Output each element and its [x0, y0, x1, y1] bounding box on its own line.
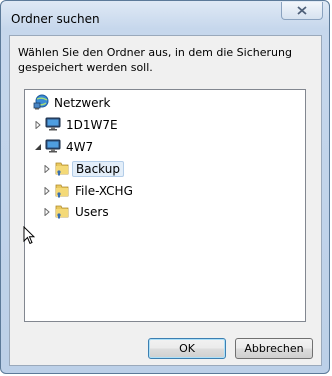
tree-item-backup[interactable]: Backup: [42, 160, 124, 178]
expand-arrow-icon[interactable]: [42, 164, 52, 174]
tree-item-4w7[interactable]: 4W7: [33, 138, 93, 156]
shared-folder-icon: [54, 160, 70, 179]
tree-item-file-xchg[interactable]: File-XCHG: [42, 182, 133, 200]
mouse-pointer-icon: [23, 225, 36, 248]
close-button[interactable]: [281, 2, 323, 20]
expand-arrow-icon[interactable]: [33, 120, 43, 130]
expand-arrow-icon[interactable]: [42, 186, 52, 196]
instruction-text: Wählen Sie den Ordner aus, in dem die Si…: [18, 46, 292, 74]
computer-icon: [45, 117, 61, 134]
ok-button[interactable]: OK: [148, 338, 226, 359]
tree-item-users[interactable]: Users: [42, 203, 109, 221]
title-bar[interactable]: Ordner suchen: [1, 1, 329, 35]
expand-arrow-icon[interactable]: [42, 207, 52, 217]
tree-item-label: 1D1W7E: [66, 118, 118, 132]
tree-item-1d1w7e[interactable]: 1D1W7E: [33, 116, 118, 134]
computer-icon: [45, 139, 61, 156]
tree-item-label: 4W7: [66, 140, 94, 154]
tree-item-label: Users: [75, 205, 109, 219]
network-icon: [33, 94, 49, 113]
tree-item-label: Netzwerk: [54, 96, 111, 110]
cancel-button[interactable]: Abbrechen: [235, 338, 313, 359]
tree-item-netzwerk[interactable]: Netzwerk: [33, 94, 110, 112]
folder-browse-dialog: Ordner suchen Wählen Sie den Ordner aus,…: [0, 0, 330, 374]
shared-folder-icon: [54, 182, 70, 201]
tree-item-label: File-XCHG: [75, 184, 133, 198]
window-title: Ordner suchen: [11, 12, 100, 26]
collapse-arrow-icon[interactable]: [33, 142, 43, 152]
dialog-content: Wählen Sie den Ordner aus, in dem die Si…: [9, 35, 322, 366]
close-icon: [297, 6, 307, 15]
tree-item-label: Backup: [72, 161, 124, 177]
folder-tree[interactable]: Netzwerk 1D1W7E 4W7 Backup File-XCHG Use…: [24, 89, 306, 322]
shared-folder-icon: [54, 203, 70, 222]
